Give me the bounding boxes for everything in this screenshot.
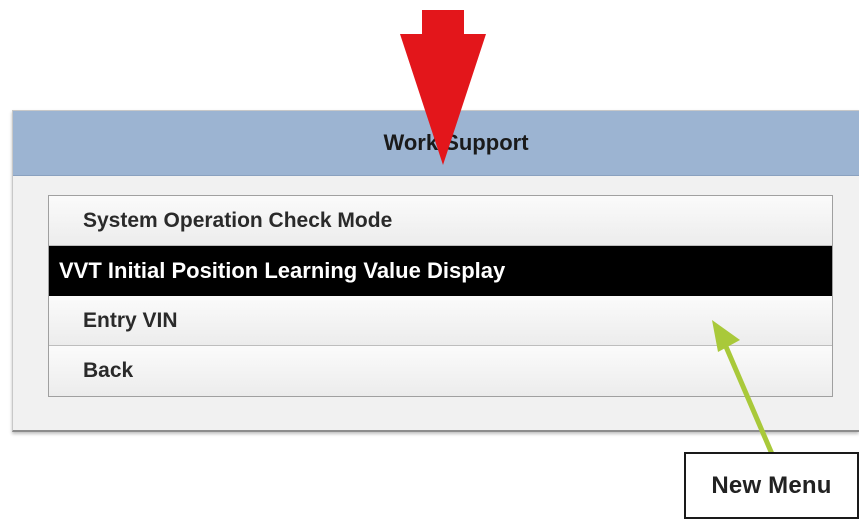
callout-label: New Menu — [711, 471, 832, 499]
menu-item-label: System Operation Check Mode — [83, 208, 393, 232]
menu-item-system-operation-check-mode[interactable]: System Operation Check Mode — [49, 196, 832, 246]
green-arrow-icon — [712, 320, 775, 457]
menu-item-label: VVT Initial Position Learning Value Disp… — [59, 258, 506, 283]
red-down-arrow-icon — [400, 10, 486, 165]
menu-item-label: Entry VIN — [83, 308, 178, 332]
new-menu-callout: New Menu — [684, 452, 859, 519]
menu-item-vvt-initial-position[interactable]: VVT Initial Position Learning Value Disp… — [49, 246, 832, 296]
menu-item-label: Back — [83, 359, 134, 382]
screenshot-canvas: Work Support System Operation Check Mode… — [0, 0, 859, 519]
